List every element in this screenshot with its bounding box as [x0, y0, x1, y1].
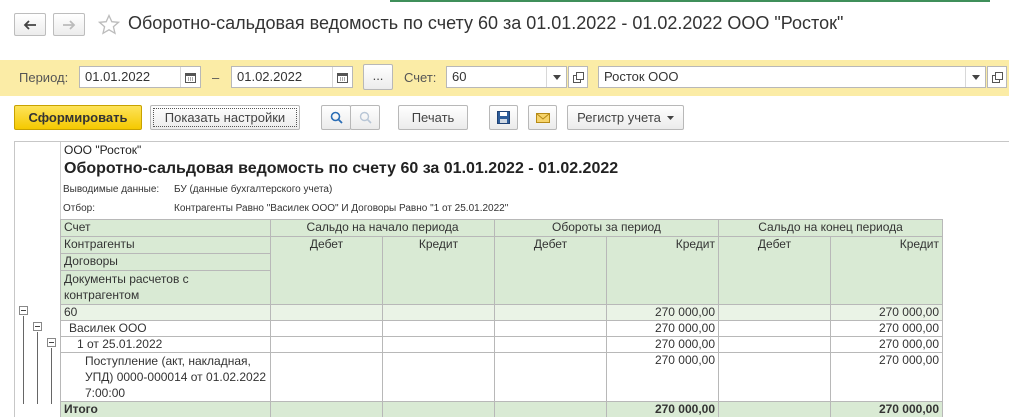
tree-line [51, 348, 52, 404]
closing-credit-cell: 270 000,00 [830, 352, 943, 402]
row-name: Поступление (акт, накладная, УПД) 0000-0… [60, 352, 271, 402]
calendar-icon [185, 72, 196, 83]
filter-label: Отбор: [63, 203, 95, 214]
date-from-field[interactable]: 01.01.2022 [79, 66, 201, 88]
chevron-down-icon [552, 74, 561, 80]
header-account: Счет [60, 219, 271, 237]
organization-select[interactable]: Росток ООО [598, 66, 986, 88]
calendar-icon [337, 72, 348, 83]
search-icon [330, 111, 343, 124]
turnover-credit-cell: 270 000,00 [606, 336, 719, 353]
table-row[interactable]: 60 270 000,00 270 000,00 [60, 304, 943, 321]
accounting-register-button[interactable]: Регистр учета [567, 105, 684, 130]
account-open-button[interactable] [568, 66, 588, 88]
show-settings-button[interactable]: Показать настройки [150, 105, 300, 130]
chevron-down-icon [971, 74, 980, 80]
header-documents: Документы расчетов с контрагентом [60, 270, 271, 305]
total-row: Итого 270 000,00 270 000,00 [60, 401, 943, 417]
save-button[interactable] [489, 105, 518, 130]
collapse-group-contract[interactable] [47, 338, 56, 347]
search-clear-icon [359, 111, 372, 124]
account-label: Счет: [404, 70, 437, 85]
collapse-group-60[interactable] [19, 306, 28, 315]
forward-button[interactable] [53, 13, 85, 36]
generate-button[interactable]: Сформировать [14, 105, 142, 130]
envelope-icon [535, 112, 550, 123]
collapse-group-contractor[interactable] [33, 322, 42, 331]
row-name: Василек ООО [60, 320, 271, 337]
turnover-credit-cell: 270 000,00 [606, 320, 719, 337]
calendar-to-button[interactable] [332, 67, 352, 87]
turnover-credit-cell: 270 000,00 [606, 304, 719, 321]
period-dash: – [212, 70, 220, 85]
report-area[interactable]: ООО "Росток" Оборотно-сальдовая ведомост… [14, 141, 1009, 417]
closing-credit-cell: 270 000,00 [830, 320, 943, 337]
date-to-value: 01.02.2022 [237, 69, 303, 84]
search-clear-button[interactable] [350, 105, 380, 130]
page-title: Оборотно-сальдовая ведомость по счету 60… [128, 13, 844, 33]
total-label: Итого [60, 401, 271, 417]
date-to-field[interactable]: 01.02.2022 [231, 66, 353, 88]
header-opening-credit: Кредит [382, 236, 495, 305]
table-row[interactable]: Поступление (акт, накладная, УПД) 0000-0… [60, 352, 943, 402]
accounting-register-label: Регистр учета [577, 110, 661, 125]
turnover-credit-cell: 270 000,00 [606, 352, 719, 402]
star-icon[interactable] [98, 14, 120, 36]
header-turnover: Обороты за период [494, 219, 719, 237]
closing-credit-cell: 270 000,00 [830, 304, 943, 321]
arrow-right-icon [63, 19, 76, 30]
organization-dropdown-button[interactable] [965, 67, 985, 87]
header-turnover-debit: Дебет [494, 236, 607, 305]
header-contracts: Договоры [60, 253, 271, 271]
period-label: Период: [19, 70, 69, 85]
form-header: Оборотно-сальдовая ведомость по счету 60… [0, 0, 1009, 56]
header-contractors: Контрагенты [60, 236, 271, 254]
row-name: 60 [60, 304, 271, 321]
header-opening-balance: Сальдо на начало периода [270, 219, 495, 237]
calendar-from-button[interactable] [180, 67, 200, 87]
account-dropdown-button[interactable] [546, 67, 566, 87]
floppy-disk-icon [497, 111, 510, 124]
arrow-left-icon [23, 19, 36, 30]
back-button[interactable] [14, 13, 46, 36]
output-data-label: Выводимые данные: [63, 184, 160, 195]
output-data-value: БУ (данные бухгалтерского учета) [174, 184, 333, 195]
chevron-down-icon [666, 115, 674, 120]
tree-line [37, 332, 38, 404]
organization-open-button[interactable] [987, 66, 1007, 88]
table-row[interactable]: 1 от 25.01.2022 270 000,00 270 000,00 [60, 336, 943, 353]
search-button[interactable] [321, 105, 351, 130]
open-form-icon [572, 71, 584, 83]
total-closing-credit: 270 000,00 [830, 401, 943, 417]
header-closing-credit: Кредит [830, 236, 943, 305]
organization-value: Росток ООО [604, 69, 679, 84]
period-select-button[interactable]: ... [363, 64, 393, 90]
report-title: Оборотно-сальдовая ведомость по счету 60… [64, 160, 619, 177]
print-button[interactable]: Печать [398, 105, 468, 130]
row-name: 1 от 25.01.2022 [60, 336, 271, 353]
header-turnover-credit: Кредит [606, 236, 719, 305]
table-row[interactable]: Василек ООО 270 000,00 270 000,00 [60, 320, 943, 337]
header-closing-debit: Дебет [718, 236, 831, 305]
turnover-balance-table: Счет Сальдо на начало периода Обороты за… [60, 219, 943, 417]
header-closing-balance: Сальдо на конец периода [718, 219, 943, 237]
total-turnover-credit: 270 000,00 [606, 401, 719, 417]
open-form-icon [991, 71, 1003, 83]
account-value: 60 [452, 69, 467, 84]
filter-value: Контрагенты Равно "Василек ООО" И Догово… [174, 203, 509, 214]
header-opening-debit: Дебет [270, 236, 383, 305]
tree-line [23, 316, 24, 404]
send-email-button[interactable] [528, 105, 557, 130]
report-organization: ООО "Росток" [64, 143, 142, 157]
closing-credit-cell: 270 000,00 [830, 336, 943, 353]
account-select[interactable]: 60 [446, 66, 567, 88]
date-from-value: 01.01.2022 [85, 69, 151, 84]
